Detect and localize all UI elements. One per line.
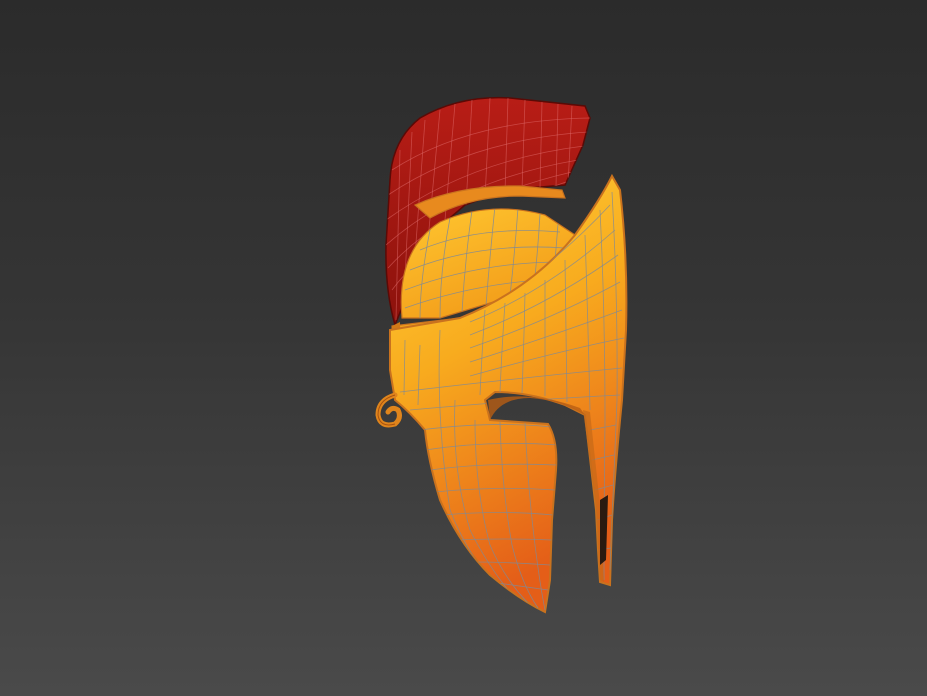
- 3d-viewport[interactable]: [0, 0, 927, 696]
- helmet-render: [375, 96, 628, 614]
